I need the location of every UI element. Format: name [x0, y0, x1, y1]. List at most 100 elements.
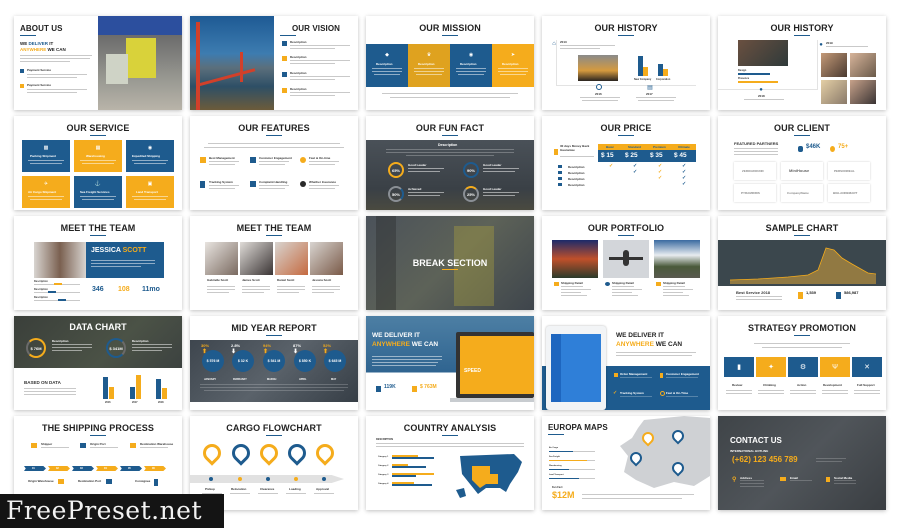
title-underline — [794, 135, 810, 136]
process-label: Consignee — [135, 479, 151, 483]
feature-label: Best Management — [209, 156, 235, 160]
slide-about-us[interactable]: ABOUT US WE DELIVER IT ANYWHERE WE CAN P… — [14, 16, 182, 110]
feature-row-label: Description — [568, 177, 585, 181]
data-chart-header: DATA CHART $ 76M Description $ 341M Desc… — [14, 316, 182, 368]
forklift-photo — [98, 16, 182, 110]
service-box: ◉ Expedited Shipping — [126, 140, 174, 172]
year-label: 2018 — [758, 94, 765, 98]
slide-our-features[interactable]: OUR FEATURES Best Management Customer En… — [190, 116, 358, 210]
slide-our-fun-fact[interactable]: OUR FUN FACT Description 65% Good Leader… — [366, 116, 534, 210]
warehouse-icon: ▦ — [95, 144, 101, 151]
hotline-label: INTERNATIONAL HOTLINE — [730, 449, 769, 453]
slide-data-chart[interactable]: DATA CHART $ 76M Description $ 341M Desc… — [14, 316, 182, 410]
camera-icon: ◉ — [468, 51, 474, 58]
process-label: Origin Port — [90, 442, 106, 446]
month-label: MARCH — [267, 378, 277, 381]
cargo-ship-photo — [552, 240, 598, 278]
process-label: Shipper — [41, 442, 53, 446]
slide-we-deliver-tablet[interactable]: WE DELIVER IT ANYWHERE WE CAN Order Mana… — [542, 316, 710, 410]
slide-our-vision[interactable]: OUR VISION Description Description Descr… — [190, 16, 358, 110]
year-label: 2017 — [646, 92, 653, 96]
bar — [392, 466, 426, 468]
ship-icon — [282, 41, 287, 46]
slide-strategy-promotion[interactable]: STRATEGY PROMOTION ▮ ✦ ⚙ Ψ ✕ Review Clim… — [718, 316, 886, 410]
step-arrow: 02 — [48, 466, 70, 471]
feature-label: Complaint Handling — [259, 180, 288, 184]
portfolio-item-title: Shipping Detail — [612, 281, 634, 285]
progress-bar — [549, 460, 587, 461]
step-arrow: 05 — [120, 466, 142, 471]
slide-we-deliver-laptop[interactable]: WE DELIVER IT ANYWHERE WE CAN 119K $ 763… — [366, 316, 534, 410]
slide-our-client[interactable]: OUR CLIENT FEATURED PARTNERS $46K 75+ ZE… — [718, 116, 886, 210]
title-underline — [442, 35, 458, 36]
partner-logo: MiniHouse — [781, 162, 823, 180]
stat-ring: 50% — [388, 186, 404, 202]
year-label: 2019 — [826, 41, 833, 45]
slide-meet-the-team-2[interactable]: MEET THE TEAM Gabrielle Scott James Scot… — [190, 216, 358, 310]
footer-heading: Best Service 2018 — [736, 290, 771, 295]
location-pin-icon: ⚲ — [732, 477, 737, 483]
month-label: FEBRUARY — [233, 378, 247, 381]
crown-icon: ♛ — [426, 51, 432, 58]
bar — [392, 484, 432, 486]
title-underline — [280, 35, 296, 36]
user-icon: ● — [759, 87, 763, 93]
title-underline — [618, 135, 634, 136]
tag-icon: ◆ — [385, 51, 389, 58]
value-ring: $ 76M — [26, 338, 46, 358]
slide-country-analysis[interactable]: COUNTRY ANALYSIS DESCRIPTION Category 1 … — [366, 416, 534, 510]
port-icon — [80, 443, 86, 448]
slide-title: OUR SERVICE — [66, 123, 130, 133]
title-underline — [266, 235, 282, 236]
person-photo — [821, 80, 847, 104]
cart-icon: ▩ — [43, 144, 49, 151]
service-box: ▩ Packing Shipment — [22, 140, 70, 172]
slide-title: DATA CHART — [69, 322, 127, 332]
title-underline — [20, 35, 36, 36]
headline: ANYWHERE WE CAN — [616, 341, 683, 348]
section-heading: BASED ON DATA — [24, 380, 61, 385]
slide-mid-year-report[interactable]: MID YEAR REPORT 30% 2.8% 94% 87% 52% ⬆ ⬇… — [190, 316, 358, 410]
slide-break-section[interactable]: BREAK SECTION — [366, 216, 534, 310]
gears-icon: ⚙ — [799, 363, 807, 371]
month-label: APRIL — [299, 378, 307, 381]
bar-label: Corporation — [656, 78, 671, 81]
slide-title: MID YEAR REPORT — [231, 323, 317, 333]
slide-contact-us[interactable]: CONTACT US INTERNATIONAL HOTLINE (+62) 1… — [718, 416, 886, 510]
bar — [109, 387, 114, 399]
slide-our-price[interactable]: OUR PRICE 30 days Money Back Guarantee B… — [542, 116, 710, 210]
slide-meet-the-team-1[interactable]: MEET THE TEAM JESSICA SCOTT Description … — [14, 216, 182, 310]
rocket-icon: ✦ — [768, 363, 774, 371]
partner-logo: CompanyName — [781, 184, 823, 202]
feature-row-label: Description — [568, 171, 585, 175]
strategy-box: ✕ — [852, 357, 882, 377]
title-underline — [442, 135, 458, 136]
price-value: $ 35 — [650, 152, 663, 159]
bar — [392, 457, 434, 459]
bar-label: Warehousing — [549, 465, 562, 467]
stat-ring: 65% — [388, 162, 404, 178]
plan-name: Standard — [628, 145, 642, 149]
stat-value: 11mo — [142, 286, 160, 293]
progress-bar — [549, 478, 579, 479]
profile-name: JESSICA SCOTT — [91, 247, 147, 254]
slide-our-service[interactable]: OUR SERVICE ▩ Packing Shipment ▦ Warehousi… — [14, 116, 182, 210]
step-arrow: 04 — [96, 466, 118, 471]
slide-our-history-1[interactable]: OUR HISTORY ⌂ 2013 New Company Corporati… — [542, 16, 710, 110]
laptop-screen: SPEED — [456, 332, 534, 398]
slide-our-mission[interactable]: OUR MISSION ◆ Description ♛ Description … — [366, 16, 534, 110]
jessica-photo — [34, 242, 86, 278]
bar-label: 2018 — [158, 401, 164, 404]
slide-sample-chart[interactable]: SAMPLE CHART Best Service 2018 1,539 586… — [718, 216, 886, 310]
headline: ANYWHERE WE CAN — [372, 341, 439, 348]
item-label: Description — [290, 40, 307, 44]
support-icon — [250, 181, 256, 187]
slide-our-portfolio[interactable]: OUR PORTFOLIO Shipping Detail Shipping D… — [542, 216, 710, 310]
slide-our-history-2[interactable]: OUR HISTORY Design Presence ● 2018 ● 201… — [718, 16, 886, 110]
home-icon: ⌂ — [552, 41, 556, 47]
screen-title: SPEED — [464, 368, 481, 374]
slide-europa-maps[interactable]: EUROPA MAPS Air Cargo Sea Freight Wareho… — [542, 416, 710, 510]
email-icon — [780, 477, 786, 481]
headline-line-2: ANYWHERE WE CAN — [20, 47, 66, 52]
member-photo — [240, 242, 273, 275]
